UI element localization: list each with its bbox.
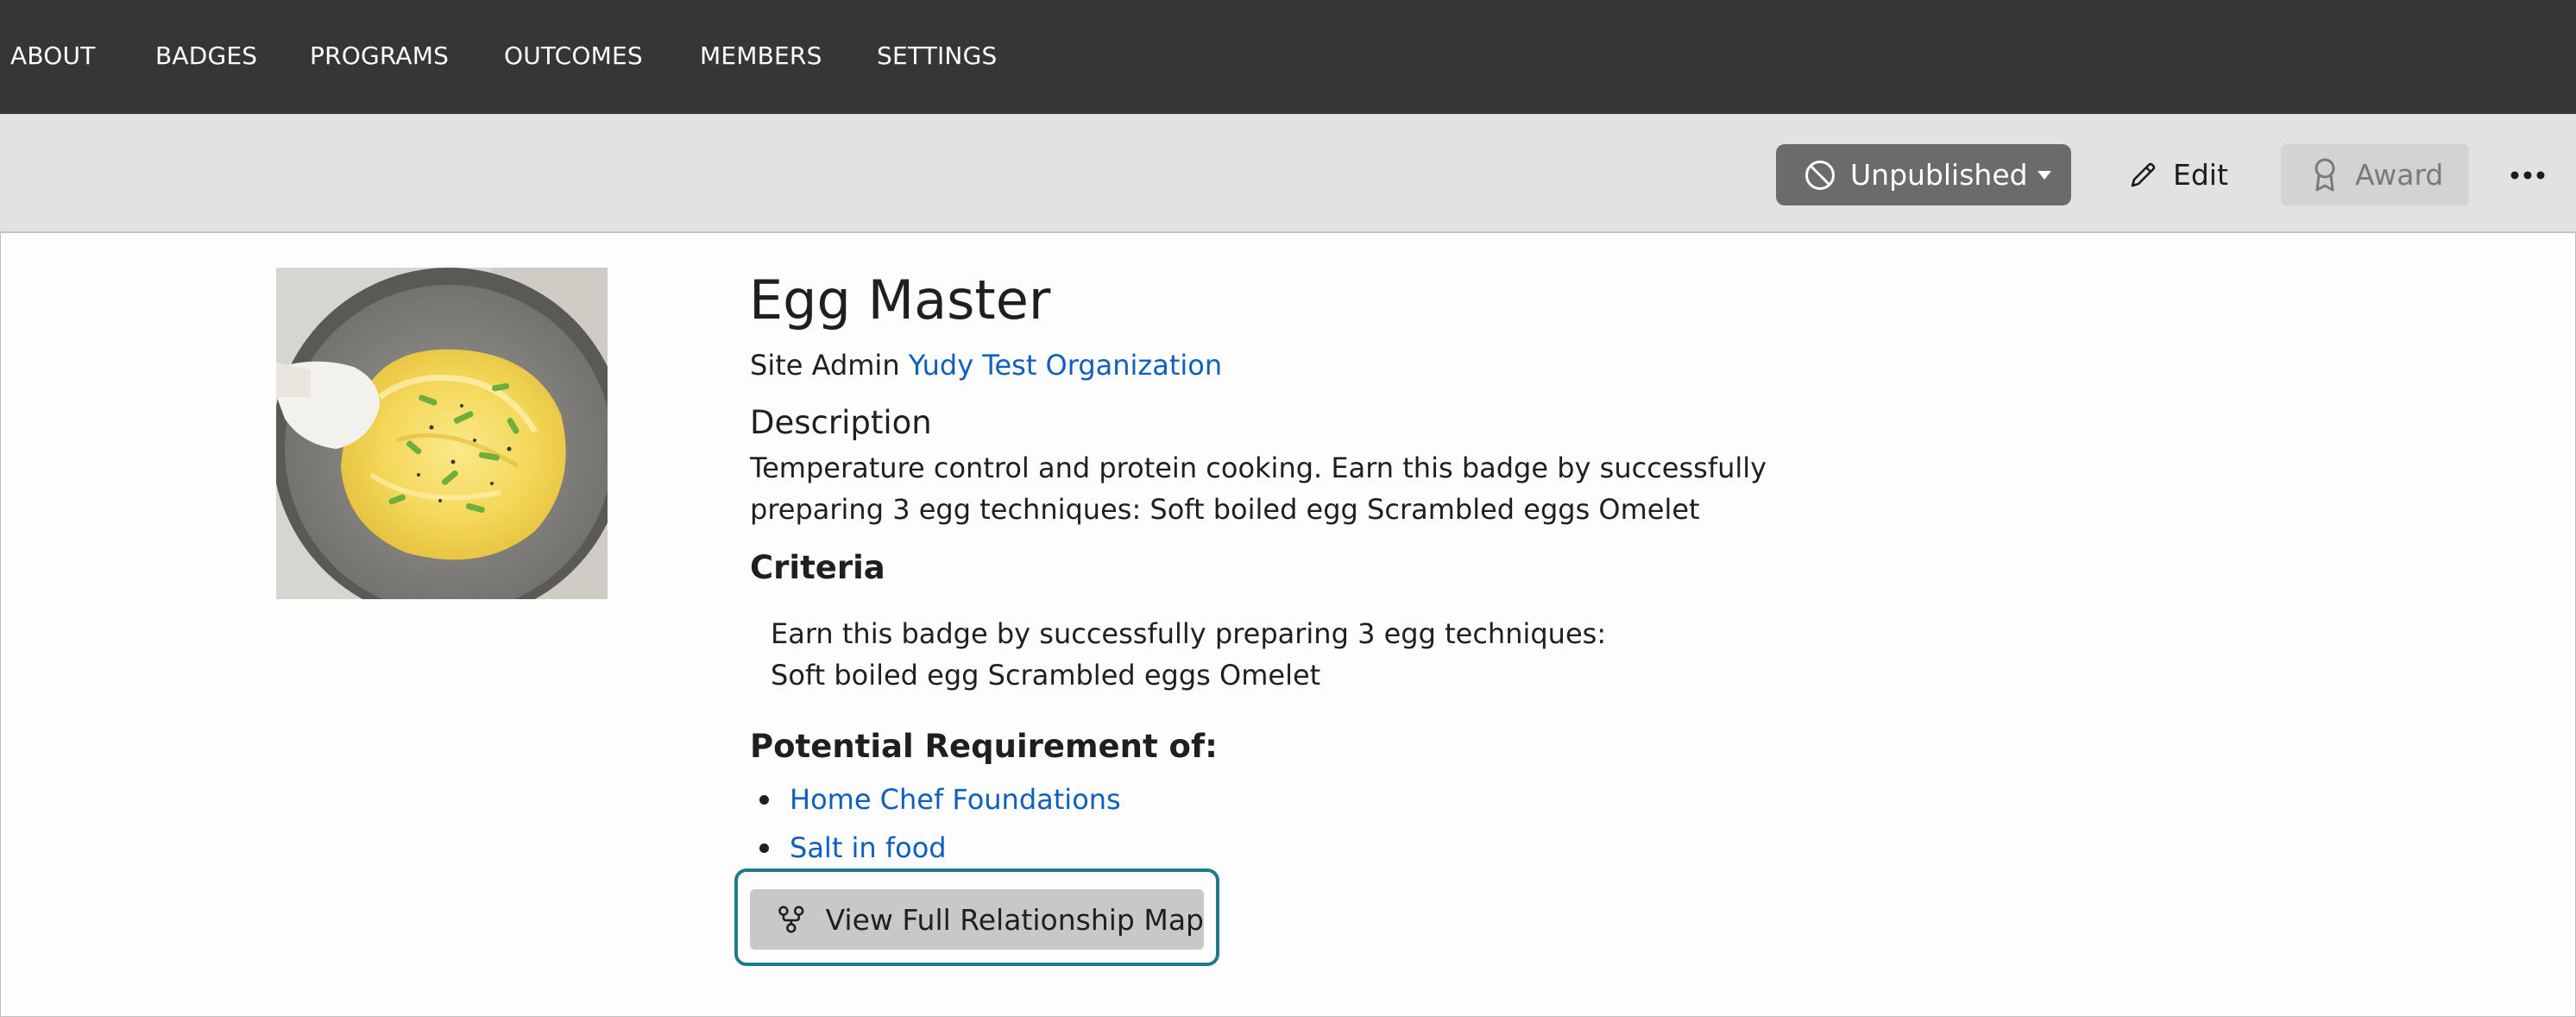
caret-down-icon bbox=[2037, 170, 2051, 180]
badge-issuer: Site Admin Yudy Test Organization bbox=[750, 346, 1222, 384]
criteria-heading: Criteria bbox=[750, 549, 885, 586]
criteria-line-1: Earn this badge by successfully preparin… bbox=[771, 617, 1607, 650]
badge-image bbox=[276, 268, 608, 599]
badge-title: Egg Master bbox=[749, 268, 1051, 332]
requirement-list-item: Home Chef Foundations bbox=[759, 779, 1121, 820]
publish-status-label: Unpublished bbox=[1850, 158, 2028, 192]
nav-tab-members[interactable]: MEMBERS bbox=[700, 0, 822, 114]
pencil-icon bbox=[2131, 162, 2156, 186]
nav-tab-about[interactable]: ABOUT bbox=[10, 0, 96, 114]
prohibited-icon bbox=[1805, 160, 1835, 190]
requirement-list-item: Salt in food bbox=[759, 827, 947, 869]
requirement-link-home-chef-foundations[interactable]: Home Chef Foundations bbox=[790, 779, 1121, 820]
nav-tab-settings[interactable]: SETTINGS bbox=[877, 0, 997, 114]
bullet bbox=[759, 794, 769, 805]
award-button-label: Award bbox=[2355, 158, 2444, 192]
requirement-heading: Potential Requirement of: bbox=[750, 728, 1218, 765]
more-horizontal-icon bbox=[2510, 171, 2545, 180]
publish-status-dropdown[interactable]: Unpublished bbox=[1776, 144, 2071, 205]
description-line-2: preparing 3 egg techniques: Soft boiled … bbox=[750, 493, 1700, 526]
relationship-map-icon bbox=[778, 906, 804, 933]
award-button[interactable]: Award bbox=[2281, 144, 2469, 205]
nav-tab-badges[interactable]: BADGES bbox=[155, 0, 257, 114]
description-line-1: Temperature control and protein cooking.… bbox=[750, 452, 1767, 484]
edit-button[interactable]: Edit bbox=[2114, 144, 2237, 205]
nav-tab-programs[interactable]: PROGRAMS bbox=[310, 0, 449, 114]
requirement-link-salt-in-food[interactable]: Salt in food bbox=[790, 827, 947, 869]
edit-button-label: Edit bbox=[2173, 158, 2228, 192]
view-relationship-map-button[interactable]: View Full Relationship Map bbox=[750, 889, 1204, 950]
more-options-button[interactable] bbox=[2498, 153, 2557, 198]
action-bar: Unpublished Edit Award bbox=[0, 114, 2576, 233]
criteria-line-2: Soft boiled egg Scrambled eggs Omelet bbox=[771, 659, 1321, 692]
nav-tab-outcomes[interactable]: OUTCOMES bbox=[504, 0, 643, 114]
issuer-prefix: Site Admin bbox=[750, 349, 900, 382]
ribbon-icon bbox=[2315, 158, 2335, 191]
bullet bbox=[759, 843, 769, 853]
view-relationship-map-label: View Full Relationship Map bbox=[825, 902, 1204, 937]
top-navigation: ABOUT BADGES PROGRAMS OUTCOMES MEMBERS S… bbox=[0, 0, 2576, 114]
description-heading: Description bbox=[750, 404, 932, 441]
issuer-organization-link[interactable]: Yudy Test Organization bbox=[909, 349, 1222, 382]
